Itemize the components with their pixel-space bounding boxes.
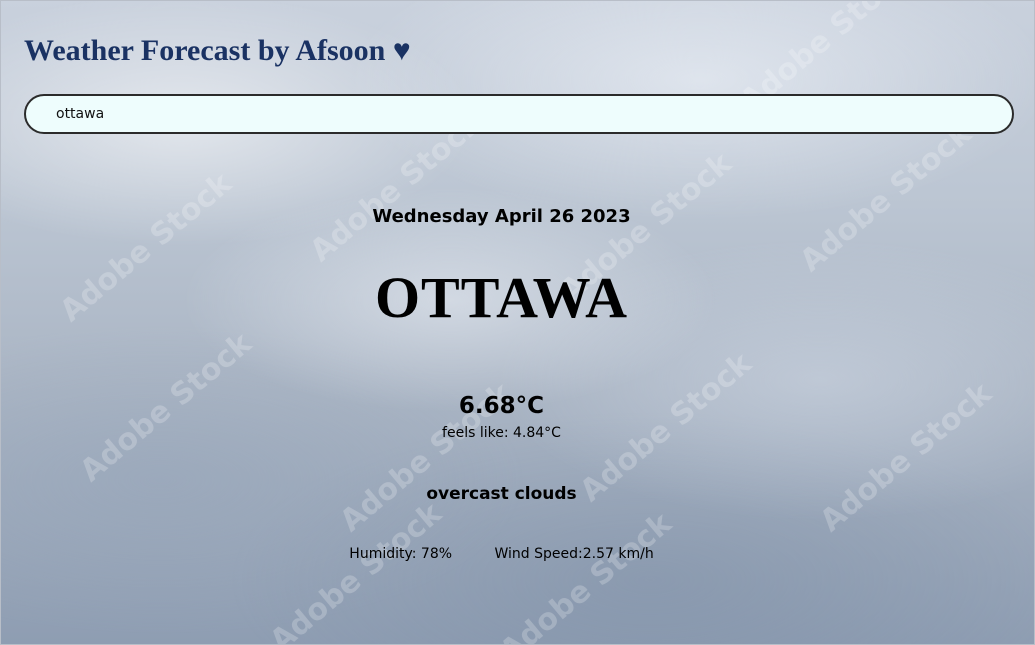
weather-stats: Humidity: 78% Wind Speed:2.57 km/h xyxy=(0,546,1003,562)
watermark: Adobe Stock xyxy=(493,505,679,645)
date-label: Wednesday April 26 2023 xyxy=(372,206,631,227)
weather-description: overcast clouds xyxy=(426,484,577,504)
humidity: Humidity: 78% xyxy=(349,546,453,562)
wind-speed: Wind Speed:2.57 km/h xyxy=(494,546,654,562)
feels-like: feels like: 4.84°C xyxy=(442,425,561,441)
city-search-input[interactable] xyxy=(24,94,1014,134)
temperature: 6.68°C xyxy=(458,393,545,419)
city-name: OTTAWA xyxy=(374,265,629,330)
watermark: Adobe Stock xyxy=(793,115,979,280)
page-title: Weather Forecast by Afsoon ♥ xyxy=(24,34,411,67)
watermark: Adobe Stock xyxy=(263,495,449,645)
